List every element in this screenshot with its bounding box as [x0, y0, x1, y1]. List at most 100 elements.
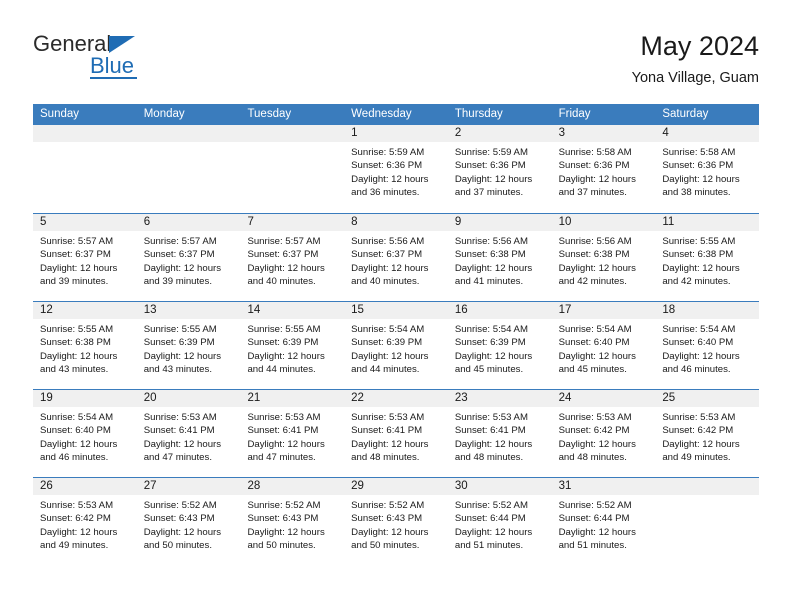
sunset-text: Sunset: 6:39 PM: [351, 337, 423, 349]
page-subtitle: Yona Village, Guam: [631, 70, 759, 86]
page-title: May 2024: [640, 31, 759, 61]
sunrise-text: Sunrise: 5:54 AM: [40, 412, 114, 423]
daylight-text-line2: and 37 minutes.: [454, 186, 524, 198]
day-cell-13[interactable]: 13 Sunrise: 5:55 AM Sunset: 6:39 PM Dayligh…: [136, 302, 241, 389]
sunrise-text: Sunrise: 5:54 AM: [351, 324, 425, 335]
day-number: 30: [447, 478, 552, 495]
daylight-text-line1: Daylight: 12 hours: [143, 526, 222, 538]
day-cell-21[interactable]: 21 Sunrise: 5:53 AM Sunset: 6:41 PM Dayligh…: [240, 390, 345, 477]
day-number: 26: [33, 478, 137, 495]
sunset-text: Sunset: 6:36 PM: [558, 160, 630, 172]
day-cell-2[interactable]: 2 Sunrise: 5:59 AM Sunset: 6:36 PM Daylight…: [447, 125, 552, 213]
day-cell-11[interactable]: 11 Sunrise: 5:55 AM Sunset: 6:38 PM Dayligh…: [655, 214, 760, 301]
day-details: Sunrise: 5:52 AM Sunset: 6:43 PM Daylight:…: [344, 495, 448, 552]
day-details: Sunrise: 5:52 AM Sunset: 6:44 PM Daylight:…: [552, 495, 656, 552]
day-cell-14[interactable]: 14 Sunrise: 5:55 AM Sunset: 6:39 PM Dayligh…: [240, 302, 345, 389]
day-cell-19[interactable]: 19 Sunrise: 5:54 AM Sunset: 6:40 PM Dayligh…: [33, 390, 137, 477]
daylight-text-line2: and 46 minutes.: [662, 363, 731, 375]
calendar-week-row: 1 Sunrise: 5:59 AM Sunset: 6:36 PM Daylight…: [33, 125, 760, 213]
day-number: 15: [344, 302, 448, 319]
day-cell-28[interactable]: 28 Sunrise: 5:52 AM Sunset: 6:43 PM Dayligh…: [240, 478, 345, 565]
weekday-header-monday: Monday: [143, 108, 185, 120]
day-cell-24[interactable]: 24 Sunrise: 5:53 AM Sunset: 6:42 PM Dayligh…: [551, 390, 656, 477]
day-cell-29[interactable]: 29 Sunrise: 5:52 AM Sunset: 6:43 PM Dayligh…: [344, 478, 448, 565]
day-cell-3[interactable]: 3 Sunrise: 5:58 AM Sunset: 6:36 PM Daylight…: [551, 125, 656, 213]
sunset-text: Sunset: 6:38 PM: [454, 249, 526, 261]
day-cell-8[interactable]: 8 Sunrise: 5:56 AM Sunset: 6:37 PM Daylight…: [344, 214, 448, 301]
weekday-header-friday: Friday: [558, 108, 591, 120]
day-details: Sunrise: 5:52 AM Sunset: 6:43 PM Daylight:…: [240, 495, 344, 552]
day-number: 13: [136, 302, 241, 319]
sunrise-text: Sunrise: 5:54 AM: [558, 324, 632, 335]
daylight-text-line1: Daylight: 12 hours: [143, 350, 222, 362]
daylight-text-line1: Daylight: 12 hours: [662, 173, 740, 185]
day-number: 29: [344, 478, 448, 495]
sunset-text: Sunset: 6:37 PM: [351, 249, 423, 261]
day-details: Sunrise: 5:53 AM Sunset: 6:42 PM Daylight:…: [33, 495, 137, 552]
day-cell-10[interactable]: 10 Sunrise: 5:56 AM Sunset: 6:38 PM Dayligh…: [551, 214, 656, 301]
day-number: 11: [655, 214, 760, 231]
sunrise-text: Sunrise: 5:59 AM: [454, 147, 528, 158]
sunrise-text: Sunrise: 5:58 AM: [662, 147, 736, 158]
weekday-header-thursday: Thursday: [454, 108, 503, 120]
day-details: Sunrise: 5:55 AM Sunset: 6:39 PM Daylight:…: [240, 319, 344, 376]
day-number: [33, 125, 137, 142]
daylight-text-line2: and 40 minutes.: [247, 275, 316, 287]
daylight-text-line2: and 39 minutes.: [143, 275, 212, 287]
calendar-grid: Sunday Monday Tuesday Wednesday Thursday Frid…: [33, 104, 760, 565]
sunset-text: Sunset: 6:40 PM: [40, 425, 111, 437]
daylight-text-line2: and 41 minutes.: [454, 275, 524, 287]
sunset-text: Sunset: 6:43 PM: [247, 513, 319, 525]
calendar-page: General Blue May 2024 Yona Village, Guam…: [0, 0, 792, 612]
day-cell-7[interactable]: 7 Sunrise: 5:57 AM Sunset: 6:37 PM Daylight…: [240, 214, 345, 301]
day-cell-26[interactable]: 26 Sunrise: 5:53 AM Sunset: 6:42 PM Dayligh…: [33, 478, 137, 565]
day-details: Sunrise: 5:59 AM Sunset: 6:36 PM Daylight:…: [344, 142, 448, 199]
day-cell-6[interactable]: 6 Sunrise: 5:57 AM Sunset: 6:37 PM Daylight…: [136, 214, 241, 301]
calendar-week-row: 26 Sunrise: 5:53 AM Sunset: 6:42 PM Dayligh…: [33, 477, 760, 565]
brand-logo[interactable]: General Blue: [33, 32, 233, 88]
day-cell-20[interactable]: 20 Sunrise: 5:53 AM Sunset: 6:41 PM Dayligh…: [136, 390, 241, 477]
sunrise-text: Sunrise: 5:53 AM: [454, 412, 528, 423]
day-cell-22[interactable]: 22 Sunrise: 5:53 AM Sunset: 6:41 PM Dayligh…: [344, 390, 448, 477]
sunrise-text: Sunrise: 5:54 AM: [662, 324, 736, 335]
day-number: 25: [655, 390, 760, 407]
daylight-text-line1: Daylight: 12 hours: [454, 526, 533, 538]
logo-secondary-text: Blue: [90, 53, 135, 78]
day-cell-17[interactable]: 17 Sunrise: 5:54 AM Sunset: 6:40 PM Dayligh…: [551, 302, 656, 389]
day-cell-23[interactable]: 23 Sunrise: 5:53 AM Sunset: 6:41 PM Dayligh…: [447, 390, 552, 477]
day-cell-30[interactable]: 30 Sunrise: 5:52 AM Sunset: 6:44 PM Dayligh…: [447, 478, 552, 565]
day-cell-5[interactable]: 5 Sunrise: 5:57 AM Sunset: 6:37 PM Daylight…: [33, 214, 137, 301]
day-number: [655, 478, 760, 495]
day-cell-27[interactable]: 27 Sunrise: 5:52 AM Sunset: 6:43 PM Dayligh…: [136, 478, 241, 565]
day-cell-18[interactable]: 18 Sunrise: 5:54 AM Sunset: 6:40 PM Dayligh…: [655, 302, 760, 389]
day-number: [136, 125, 241, 142]
sunrise-text: Sunrise: 5:55 AM: [247, 324, 321, 335]
sunset-text: Sunset: 6:41 PM: [454, 425, 526, 437]
sunrise-text: Sunrise: 5:53 AM: [247, 412, 321, 423]
day-number: 12: [33, 302, 137, 319]
sunrise-text: Sunrise: 5:52 AM: [351, 500, 425, 511]
daylight-text-line1: Daylight: 12 hours: [558, 173, 636, 185]
daylight-text-line1: Daylight: 12 hours: [40, 262, 118, 274]
day-details: Sunrise: 5:54 AM Sunset: 6:40 PM Daylight:…: [552, 319, 656, 376]
day-cell-31[interactable]: 31 Sunrise: 5:52 AM Sunset: 6:44 PM Dayligh…: [551, 478, 656, 565]
day-cell-empty: [655, 478, 760, 565]
daylight-text-line1: Daylight: 12 hours: [454, 173, 533, 185]
day-cell-4[interactable]: 4 Sunrise: 5:58 AM Sunset: 6:36 PM Daylight…: [655, 125, 760, 213]
day-cell-1[interactable]: 1 Sunrise: 5:59 AM Sunset: 6:36 PM Daylight…: [344, 125, 448, 213]
sunrise-text: Sunrise: 5:57 AM: [143, 236, 217, 247]
day-cell-25[interactable]: 25 Sunrise: 5:53 AM Sunset: 6:42 PM Dayligh…: [655, 390, 760, 477]
day-cell-9[interactable]: 9 Sunrise: 5:56 AM Sunset: 6:38 PM Daylight…: [447, 214, 552, 301]
daylight-text-line1: Daylight: 12 hours: [662, 350, 740, 362]
sunset-text: Sunset: 6:40 PM: [558, 337, 630, 349]
day-number: 3: [551, 125, 656, 142]
day-number: 22: [344, 390, 448, 407]
sunset-text: Sunset: 6:36 PM: [454, 160, 526, 172]
daylight-text-line1: Daylight: 12 hours: [143, 262, 222, 274]
day-number: 23: [447, 390, 552, 407]
day-cell-15[interactable]: 15 Sunrise: 5:54 AM Sunset: 6:39 PM Dayligh…: [344, 302, 448, 389]
day-cell-12[interactable]: 12 Sunrise: 5:55 AM Sunset: 6:38 PM Dayligh…: [33, 302, 137, 389]
day-number: 9: [447, 214, 552, 231]
daylight-text-line1: Daylight: 12 hours: [351, 526, 429, 538]
day-cell-16[interactable]: 16 Sunrise: 5:54 AM Sunset: 6:39 PM Dayligh…: [447, 302, 552, 389]
